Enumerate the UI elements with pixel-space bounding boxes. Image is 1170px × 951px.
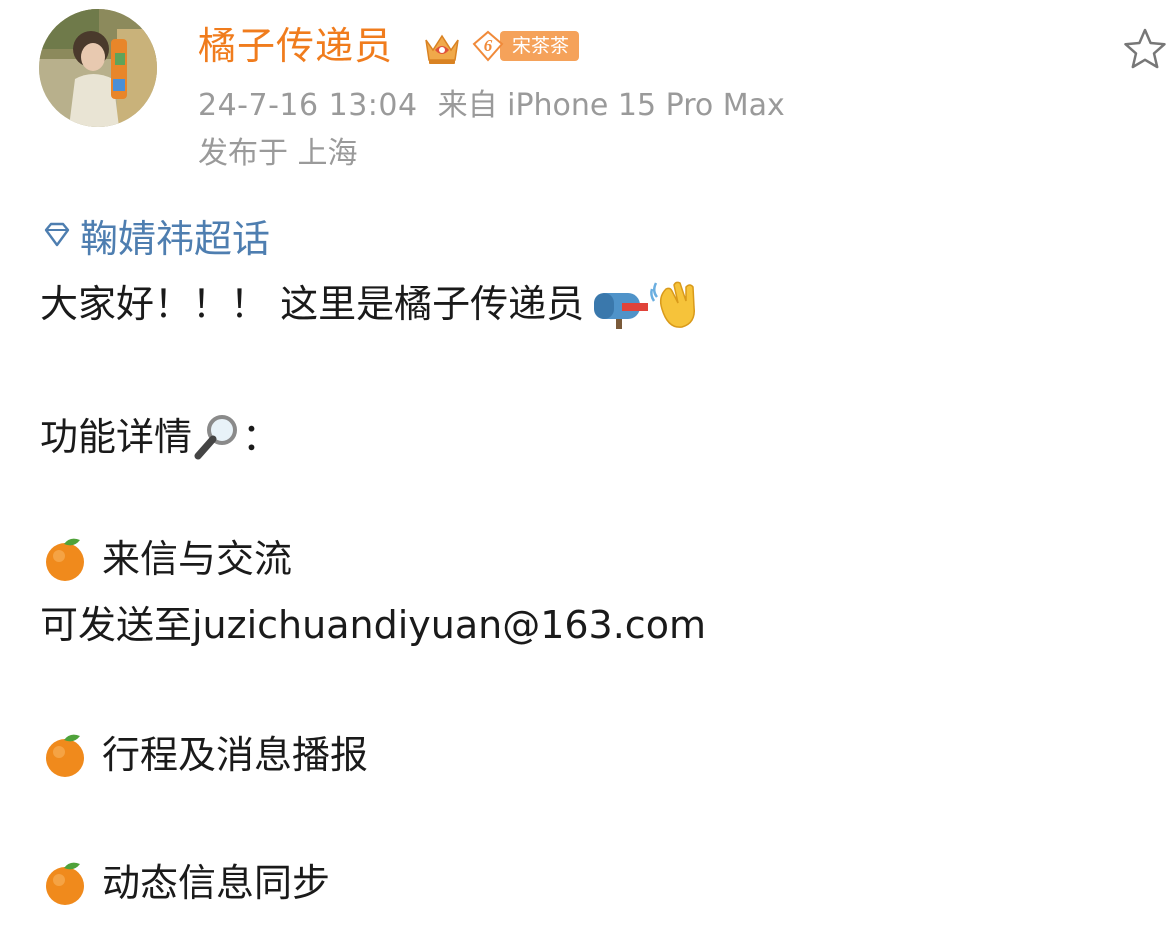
feature-item-title: 行程及消息播报 [102,733,369,777]
features-heading-line: 功能详情 ： [40,410,280,464]
feature-item-letters: 来信与交流 [40,532,292,586]
username[interactable]: 橘子传递员 [198,20,393,72]
post-time: 24-7-16 13:04 [198,88,418,123]
fan-level: 6 [483,36,493,55]
feature-item-sync: 动态信息同步 [40,856,330,910]
feature-item-schedule: 行程及消息播报 [40,728,368,782]
super-topic-label: 鞠婧祎超话 [80,216,271,261]
tangerine-icon [40,534,90,584]
fan-badge-name: 宋茶茶 [500,31,580,61]
super-topic-diamond-icon [44,222,70,247]
waving-hand-icon [648,279,698,329]
greeting-text: 大家好！！！ 这里是橘子传递员 [40,282,585,326]
crown-icon[interactable] [422,28,462,68]
greeting-line: 大家好！！！ 这里是橘子传递员 [40,277,698,331]
fan-level-badge: 6 [472,30,504,62]
feature-item-detail: 可发送至juzichuandiyuan@163.com [40,598,706,652]
feature-item-title: 动态信息同步 [102,861,331,905]
features-heading: 功能详情 [40,415,193,459]
post-header: 橘子传递员 6 宋茶茶 24-7-16 13:04 来自 iPhone 15 Pr… [0,0,1170,190]
mailbox-icon [592,279,649,329]
tangerine-icon [40,730,90,780]
super-topic-link[interactable]: 鞠婧祎超话 [40,205,270,265]
avatar-image [39,9,157,127]
post-location: 发布于 上海 [198,136,358,171]
star-icon[interactable] [1122,26,1168,72]
feature-item-email-text[interactable]: 可发送至juzichuandiyuan@163.com [40,598,706,652]
avatar[interactable] [39,9,157,127]
post-timestamp-line: 24-7-16 13:04 来自 iPhone 15 Pro Max [198,86,785,126]
tangerine-icon [40,858,90,908]
magnifying-glass-icon [192,412,242,462]
post-source: 来自 iPhone 15 Pro Max [437,88,785,123]
features-colon: ： [242,415,281,459]
feature-item-title: 来信与交流 [102,537,293,581]
fan-badge[interactable]: 6 宋茶茶 [472,30,580,62]
